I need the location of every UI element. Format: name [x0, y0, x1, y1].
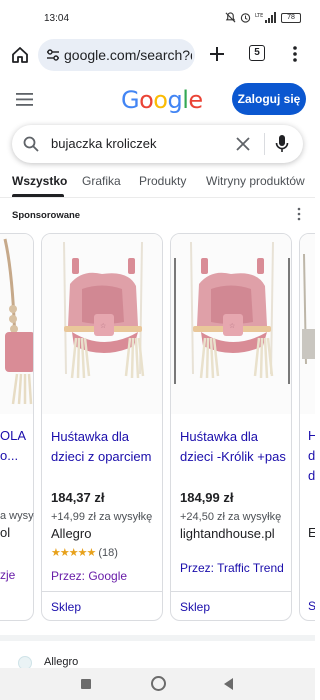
- clear-icon[interactable]: [235, 136, 251, 152]
- product-card-partial-left[interactable]: OLAo... a wysyłkę ol zje: [0, 233, 34, 621]
- new-tab-icon[interactable]: [207, 44, 227, 64]
- section-divider: [0, 635, 315, 641]
- system-nav-bar: [0, 668, 315, 700]
- shop-link[interactable]: Sklep: [180, 600, 210, 614]
- back-icon[interactable]: [224, 678, 233, 690]
- tab-product-sites[interactable]: Witryny produktów: [206, 174, 305, 188]
- menu-icon[interactable]: [16, 93, 33, 106]
- active-tab-indicator: [12, 194, 64, 197]
- product-card[interactable]: ☆ Huśtawka dla dzieci -Królik +pas bezp.…: [170, 233, 292, 621]
- swing-image: [300, 234, 315, 414]
- product-title[interactable]: Huśtawka dla dzieci z oparciem DoM ogród…: [51, 427, 159, 467]
- logo-letter: G: [121, 86, 140, 114]
- swing-image: ☆: [171, 234, 291, 414]
- product-store: ol: [0, 525, 11, 540]
- product-shipping: +24,50 zł za wysyłkę: [180, 511, 282, 523]
- product-via[interactable]: Przez: Traffic Trend: [180, 561, 284, 575]
- search-box[interactable]: bujaczka kroliczek: [12, 125, 303, 163]
- battery-icon: 78: [281, 12, 301, 23]
- logo-letter: o: [153, 86, 168, 114]
- svg-text:☆: ☆: [100, 322, 106, 330]
- search-divider: [264, 133, 265, 155]
- card-divider: [42, 591, 162, 592]
- site-settings-icon[interactable]: [46, 48, 60, 62]
- more-options-icon[interactable]: [295, 207, 303, 221]
- product-price: 184,99 zł: [180, 490, 234, 505]
- product-store: lightandhouse.pl: [180, 526, 275, 541]
- lte-signal-icon: LTE: [255, 12, 276, 23]
- home-icon[interactable]: [10, 45, 30, 65]
- product-title[interactable]: OLA o...: [0, 426, 34, 466]
- swing-image: [0, 234, 33, 414]
- tab-switcher-button[interactable]: 5: [249, 45, 265, 61]
- shop-link[interactable]: Sklep: [51, 600, 81, 614]
- result-site-name[interactable]: Allegro: [44, 656, 78, 668]
- microphone-icon[interactable]: [275, 134, 289, 154]
- product-image[interactable]: ☆: [171, 234, 291, 414]
- tab-products[interactable]: Produkty: [139, 174, 186, 188]
- product-title[interactable]: Huśtawka dla dzieci -Królik +pas bezp...: [180, 427, 288, 467]
- svg-text:LTE: LTE: [255, 13, 263, 19]
- product-image[interactable]: ☆: [42, 234, 162, 414]
- google-logo[interactable]: Google: [121, 86, 203, 114]
- logo-letter: o: [139, 86, 154, 114]
- product-image: [0, 234, 33, 414]
- product-image: [300, 234, 315, 414]
- search-input[interactable]: bujaczka kroliczek: [51, 136, 157, 151]
- product-store: E: [308, 525, 315, 540]
- product-store: Allegro: [51, 526, 92, 541]
- tab-all[interactable]: Wszystko: [12, 174, 67, 188]
- svg-text:☆: ☆: [229, 322, 235, 330]
- rating-stars-icon: ★★★★★: [51, 547, 96, 559]
- swing-image: ☆: [42, 234, 162, 414]
- home-nav-icon[interactable]: [151, 676, 166, 691]
- address-bar[interactable]: google.com/search?q: [38, 39, 195, 71]
- logo-letter: g: [167, 86, 183, 114]
- sponsored-label: Sponsorowane: [12, 210, 81, 221]
- product-via[interactable]: Przez: Google: [51, 569, 127, 583]
- card-divider: [171, 591, 291, 592]
- login-button[interactable]: Zaloguj się: [232, 83, 306, 115]
- product-rating: ★★★★★ (18): [51, 546, 118, 559]
- logo-letter: e: [188, 86, 203, 114]
- product-card-partial-right[interactable]: Hdd E S: [299, 233, 315, 621]
- product-shipping: a wysyłkę: [0, 510, 34, 522]
- status-time: 13:04: [44, 13, 70, 24]
- google-header: Google Zaloguj się: [0, 76, 315, 124]
- browser-toolbar: google.com/search?q 5: [0, 36, 315, 76]
- url-text[interactable]: google.com/search?q: [64, 47, 192, 63]
- shop-link[interactable]: S: [308, 599, 315, 613]
- product-title[interactable]: Hdd: [308, 426, 315, 486]
- recents-icon[interactable]: [81, 679, 91, 689]
- status-icons: LTE 78: [225, 12, 301, 23]
- review-count: (18): [98, 547, 118, 559]
- search-icon: [23, 136, 39, 152]
- tab-images[interactable]: Grafika: [82, 174, 121, 188]
- search-tabs: Wszystko Grafika Produkty Witryny produk…: [0, 166, 315, 198]
- product-shipping: +14,99 zł za wysyłkę: [51, 511, 153, 523]
- alarm-icon: [240, 13, 251, 23]
- mute-icon: [225, 12, 236, 23]
- more-vert-icon[interactable]: [288, 45, 302, 63]
- product-price: 184,37 zł: [51, 490, 105, 505]
- status-bar: 13:04 LTE 78: [0, 0, 315, 36]
- product-via: zje: [0, 568, 16, 582]
- product-card[interactable]: ☆ Huśtawka dla dzieci z oparciem DoM ogr…: [41, 233, 163, 621]
